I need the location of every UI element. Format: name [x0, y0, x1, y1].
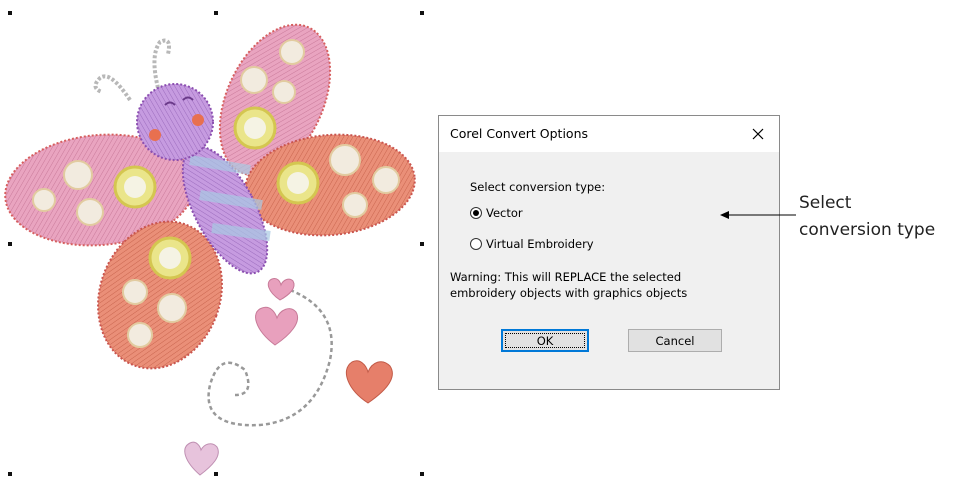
heart-pink-small [267, 278, 295, 301]
radio-label-vector: Vector [486, 206, 523, 220]
cancel-button-label: Cancel [655, 333, 695, 348]
radio-option-vector[interactable]: Vector [470, 206, 523, 220]
heart-coral [346, 360, 393, 404]
focus-indicator [505, 333, 585, 348]
callout-label-line1: Select [799, 193, 852, 213]
callout-label-line2: conversion type [799, 220, 936, 240]
ok-button[interactable]: OK [501, 329, 589, 352]
antenna-left [93, 74, 132, 102]
radio-label-virtual-embroidery: Virtual Embroidery [486, 237, 594, 251]
warning-text-line2: embroidery objects with graphics objects [450, 286, 688, 300]
dialog-titlebar[interactable]: Corel Convert Options [439, 116, 779, 152]
radio-button-vector[interactable] [470, 207, 482, 219]
warning-text-line1: Warning: This will REPLACE the selected [450, 270, 682, 284]
callout-arrow [720, 211, 796, 219]
dialog-title: Corel Convert Options [450, 126, 589, 141]
close-icon [752, 128, 764, 140]
corel-convert-options-dialog: Corel Convert Options Select conversion … [438, 115, 780, 390]
conversion-type-prompt: Select conversion type: [470, 180, 606, 194]
antenna-right [152, 38, 171, 89]
butterfly-embroidery-artwork[interactable] [0, 0, 430, 481]
radio-option-virtual-embroidery[interactable]: Virtual Embroidery [470, 237, 594, 251]
radio-button-virtual-embroidery[interactable] [470, 238, 482, 250]
heart-lavender [184, 441, 219, 476]
heart-pink-large [255, 306, 298, 346]
cancel-button[interactable]: Cancel [628, 329, 722, 352]
close-button[interactable] [737, 116, 779, 152]
